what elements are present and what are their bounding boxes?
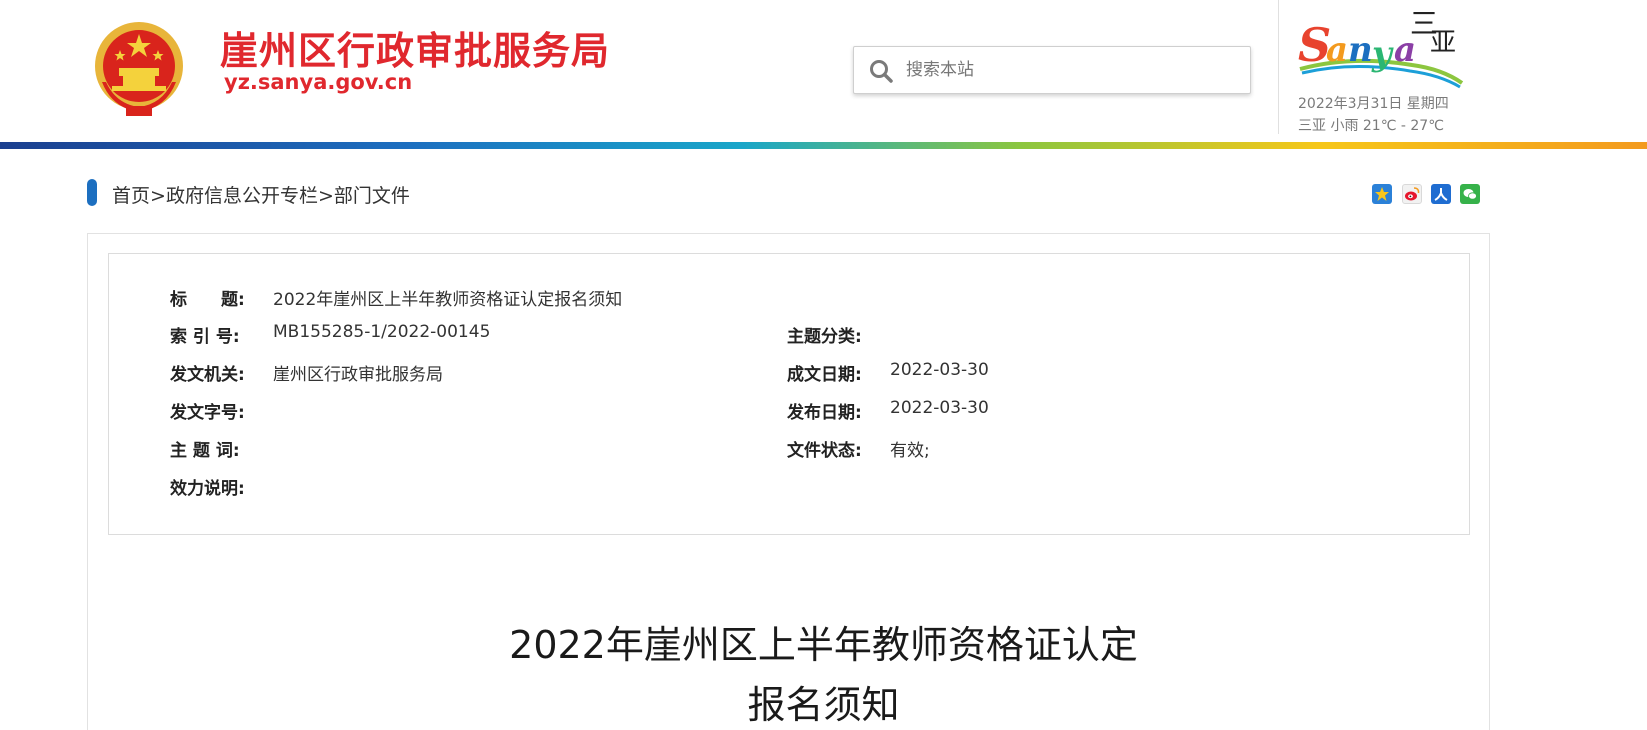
meta-published-date-value: 2022-03-30 [890, 398, 989, 418]
breadcrumb-dept-files[interactable]: 部门文件 [334, 185, 410, 207]
svg-text:n: n [1348, 30, 1373, 70]
breadcrumb-gov-info[interactable]: 政府信息公开专栏 [166, 185, 318, 207]
breadcrumb-home[interactable]: 首页 [112, 185, 150, 207]
wechat-share-icon[interactable] [1460, 184, 1480, 204]
meta-issuer-value: 崖州区行政审批服务局 [273, 365, 443, 385]
meta-published-date-label: 发布日期: [787, 403, 862, 423]
meta-issuer-label: 发文机关: [170, 365, 245, 385]
meta-written-date-label: 成文日期: [787, 365, 862, 385]
meta-keywords-label: 主 题 词: [170, 441, 240, 461]
header-divider [1278, 0, 1279, 134]
meta-status-label: 文件状态: [787, 441, 862, 461]
svg-text:亚: 亚 [1430, 28, 1456, 58]
breadcrumb-separator: > [150, 185, 166, 207]
breadcrumb-marker [87, 179, 97, 206]
meta-status-value: 有效; [890, 441, 930, 461]
meta-index-value: MB155285-1/2022-00145 [273, 322, 491, 342]
meta-title-value: 2022年崖州区上半年教师资格证认定报名须知 [273, 290, 623, 310]
weibo-share-icon[interactable] [1402, 184, 1422, 204]
date-text: 2022年3月31日 星期四 [1298, 96, 1449, 112]
search-input[interactable] [906, 47, 1236, 93]
weather-text: 三亚 小雨 21℃ - 27℃ [1298, 118, 1444, 134]
national-emblem-icon [95, 22, 183, 116]
svg-text:y: y [1371, 34, 1394, 74]
meta-validity-label: 效力说明: [170, 479, 245, 499]
meta-subject-label: 主题分类: [787, 327, 862, 347]
document-title-line2: 报名须知 [747, 683, 900, 727]
renren-share-icon[interactable] [1431, 184, 1451, 204]
meta-index-label: 索 引 号: [170, 327, 240, 347]
meta-title-label: 标 题: [170, 290, 245, 310]
site-url[interactable]: yz.sanya.gov.cn [224, 70, 412, 94]
meta-docno-label: 发文字号: [170, 403, 245, 423]
meta-written-date-value: 2022-03-30 [890, 360, 989, 380]
document-title-line1: 2022年崖州区上半年教师资格证认定 [509, 623, 1138, 667]
search-icon[interactable] [868, 58, 894, 84]
site-header: 崖州区行政审批服务局 yz.sanya.gov.cn S a n y a 三 亚… [0, 0, 1647, 149]
svg-text:a: a [1326, 30, 1348, 70]
search-box[interactable] [853, 46, 1251, 94]
breadcrumb: 首页>政府信息公开专栏>部门文件 [112, 181, 410, 208]
site-title[interactable]: 崖州区行政审批服务局 [220, 20, 610, 75]
breadcrumb-separator: > [317, 185, 334, 207]
qzone-share-icon[interactable] [1372, 184, 1392, 204]
sanya-logo-icon: S a n y a 三 亚 [1298, 7, 1464, 89]
header-color-bar [0, 142, 1647, 149]
